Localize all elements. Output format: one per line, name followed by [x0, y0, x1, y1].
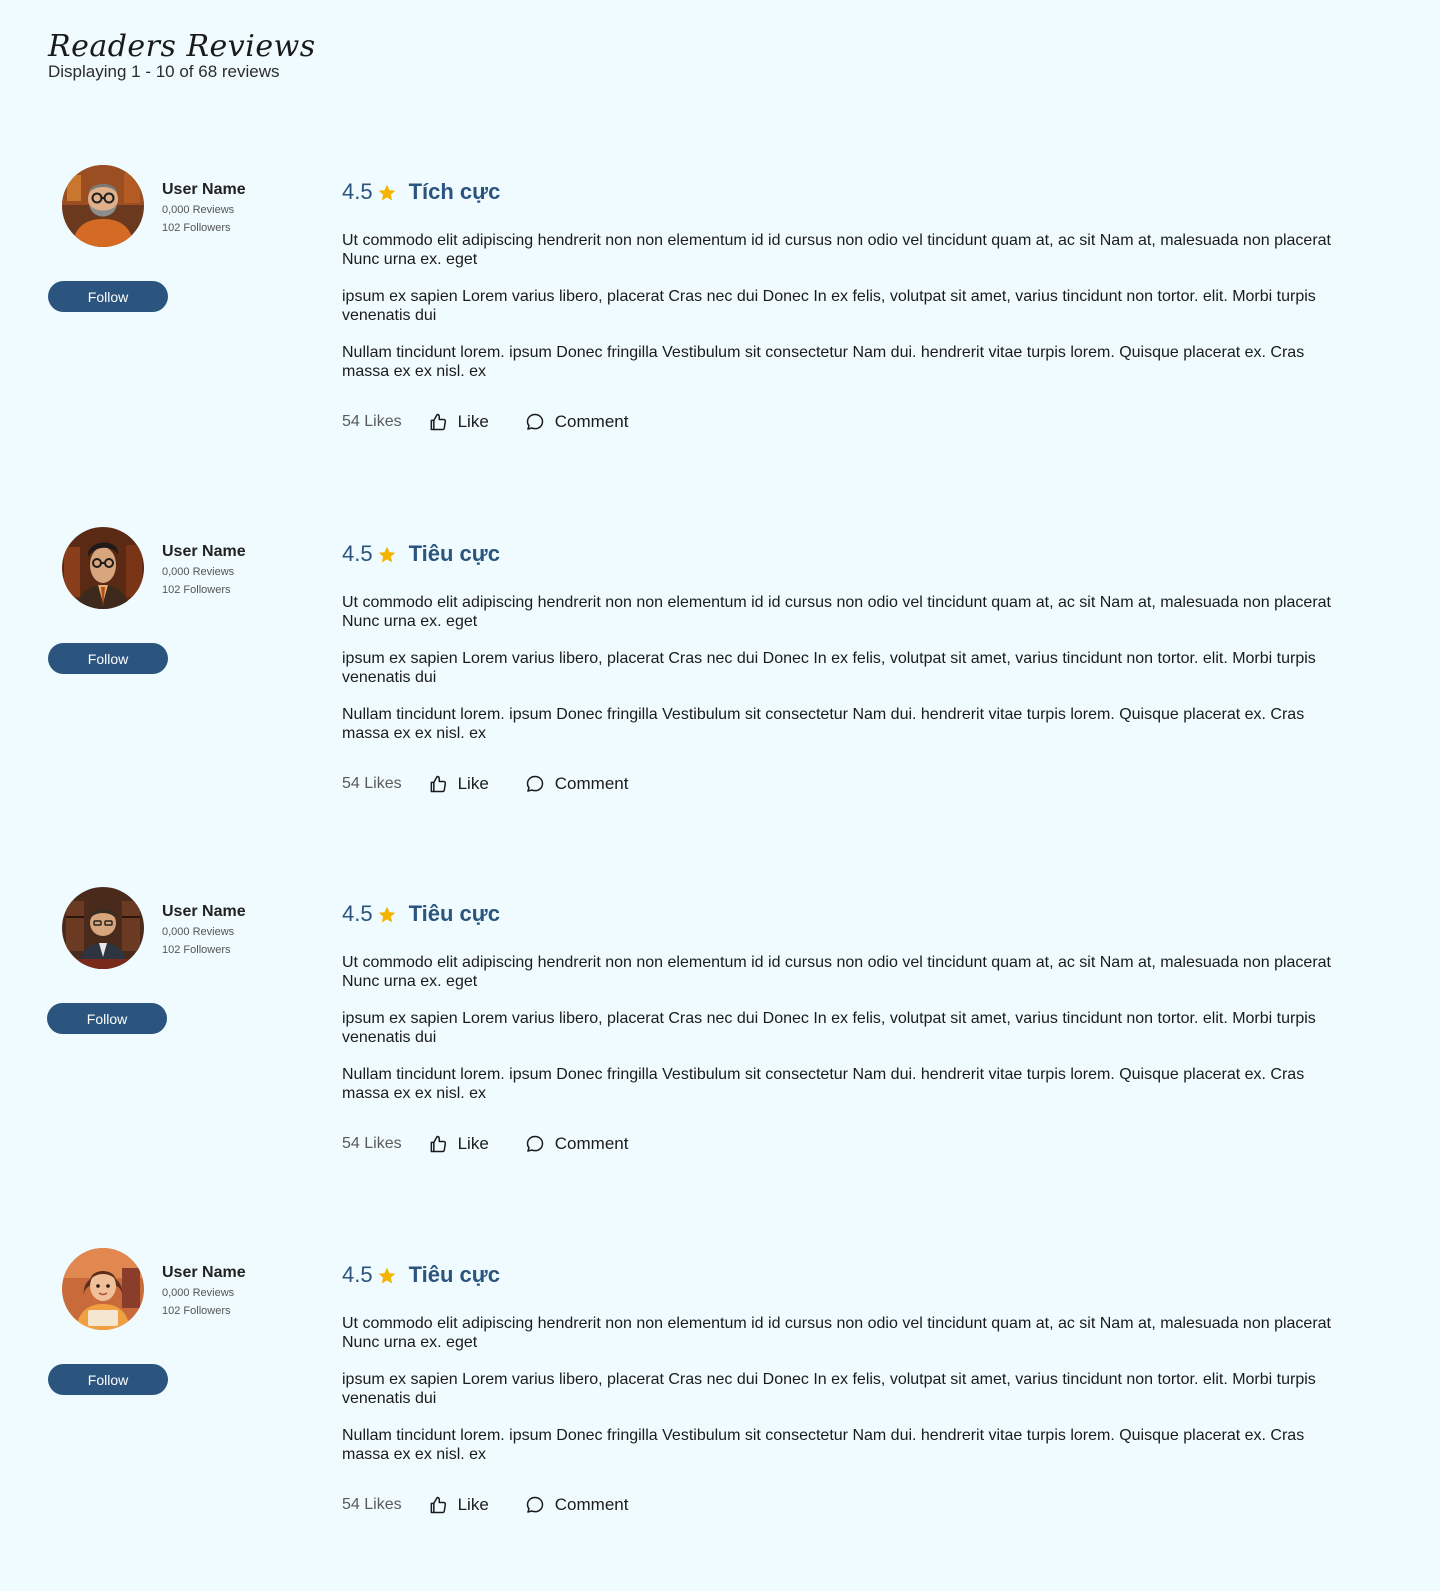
comment-label: Comment	[554, 774, 629, 793]
rating-row: 4.5 Tiêu cực	[342, 901, 500, 927]
like-label: Like	[457, 1495, 489, 1514]
rating-row: 4.5 Tiêu cực	[342, 1262, 500, 1288]
sentiment-label: Tích cực	[408, 179, 501, 204]
review-paragraph: Ut commodo elit adipiscing hendrerit non…	[342, 232, 1331, 268]
review-paragraph: Nullam tincidunt lorem. ipsum Donec frin…	[342, 1066, 1305, 1102]
like-button[interactable]: Like	[428, 1495, 489, 1515]
thumbs-up-icon	[430, 1135, 446, 1153]
review-actions: 54 Likes Like Comment	[342, 1495, 628, 1515]
comment-label: Comment	[554, 412, 629, 431]
rating-value: 4.5	[342, 1262, 373, 1287]
thumbs-up-icon	[430, 413, 446, 431]
sentiment-label: Tiêu cực	[408, 1262, 500, 1287]
likes-count: 54 Likes	[342, 775, 402, 792]
like-button[interactable]: Like	[428, 412, 489, 432]
user-avatar[interactable]	[62, 1248, 144, 1330]
review-paragraph: Nullam tincidunt lorem. ipsum Donec frin…	[342, 1427, 1305, 1463]
rating-row: 4.5 Tiêu cực	[342, 541, 500, 567]
thumbs-up-icon	[430, 1496, 446, 1514]
review-card: User Name 0,000 Reviews 102 Followers Fo…	[0, 887, 1440, 1227]
speech-bubble-icon	[526, 1496, 544, 1513]
follow-button[interactable]: Follow	[48, 1364, 168, 1395]
user-avatar[interactable]	[62, 527, 144, 609]
user-review-count: 0,000 Reviews	[162, 566, 235, 578]
user-review-count: 0,000 Reviews	[162, 926, 235, 938]
user-avatar[interactable]	[62, 887, 144, 969]
user-follower-count: 102 Followers	[162, 1305, 231, 1317]
star-icon	[378, 184, 395, 201]
like-button[interactable]: Like	[428, 774, 489, 794]
comment-label: Comment	[554, 1134, 629, 1153]
user-name[interactable]: User Name	[162, 903, 246, 921]
comment-button[interactable]: Comment	[525, 412, 629, 432]
review-paragraph: ipsum ex sapien Lorem varius libero, pla…	[342, 288, 1316, 324]
review-actions: 54 Likes Like Comment	[342, 412, 628, 432]
comment-button[interactable]: Comment	[525, 774, 629, 794]
follow-button[interactable]: Follow	[47, 1003, 167, 1034]
follow-button[interactable]: Follow	[48, 281, 168, 312]
user-follower-count: 102 Followers	[162, 584, 231, 596]
like-label: Like	[457, 774, 489, 793]
review-paragraph: Ut commodo elit adipiscing hendrerit non…	[342, 954, 1331, 990]
star-icon	[378, 906, 395, 923]
user-review-count: 0,000 Reviews	[162, 204, 235, 216]
comment-button[interactable]: Comment	[525, 1134, 629, 1154]
comment-button[interactable]: Comment	[525, 1495, 629, 1515]
rating-value: 4.5	[342, 901, 373, 926]
review-paragraph: ipsum ex sapien Lorem varius libero, pla…	[342, 1371, 1316, 1407]
likes-count: 54 Likes	[342, 413, 402, 430]
user-follower-count: 102 Followers	[162, 222, 231, 234]
likes-count: 54 Likes	[342, 1135, 402, 1152]
rating-value: 4.5	[342, 179, 373, 204]
page-header: Readers Reviews Displaying 1 - 10 of 68 …	[48, 26, 316, 82]
like-label: Like	[457, 1134, 489, 1153]
user-follower-count: 102 Followers	[162, 944, 231, 956]
review-paragraph: Ut commodo elit adipiscing hendrerit non…	[342, 594, 1331, 630]
likes-count: 54 Likes	[342, 1496, 402, 1513]
user-name[interactable]: User Name	[162, 1264, 246, 1282]
review-count-summary: Displaying 1 - 10 of 68 reviews	[48, 62, 280, 81]
user-review-count: 0,000 Reviews	[162, 1287, 235, 1299]
review-paragraph: Nullam tincidunt lorem. ipsum Donec frin…	[342, 706, 1305, 742]
star-icon	[378, 546, 395, 563]
review-card: User Name 0,000 Reviews 102 Followers Fo…	[0, 1248, 1440, 1588]
user-avatar[interactable]	[62, 165, 144, 247]
speech-bubble-icon	[526, 1135, 544, 1152]
speech-bubble-icon	[526, 413, 544, 430]
review-card: User Name 0,000 Reviews 102 Followers Fo…	[0, 527, 1440, 867]
sentiment-label: Tiêu cực	[408, 541, 500, 566]
review-paragraph: ipsum ex sapien Lorem varius libero, pla…	[342, 1010, 1316, 1046]
review-paragraph: Nullam tincidunt lorem. ipsum Donec frin…	[342, 344, 1305, 380]
follow-button[interactable]: Follow	[48, 643, 168, 674]
review-paragraph: Ut commodo elit adipiscing hendrerit non…	[342, 1315, 1331, 1351]
review-card: User Name 0,000 Reviews 102 Followers Fo…	[0, 165, 1440, 505]
like-button[interactable]: Like	[428, 1134, 489, 1154]
review-actions: 54 Likes Like Comment	[342, 774, 628, 794]
rating-row: 4.5 Tích cực	[342, 179, 500, 205]
thumbs-up-icon	[430, 775, 446, 793]
comment-label: Comment	[554, 1495, 629, 1514]
star-icon	[378, 1267, 395, 1284]
review-paragraph: ipsum ex sapien Lorem varius libero, pla…	[342, 650, 1316, 686]
review-actions: 54 Likes Like Comment	[342, 1134, 628, 1154]
sentiment-label: Tiêu cực	[408, 901, 500, 926]
user-name[interactable]: User Name	[162, 181, 246, 199]
like-label: Like	[457, 412, 489, 431]
rating-value: 4.5	[342, 541, 373, 566]
user-name[interactable]: User Name	[162, 543, 246, 561]
speech-bubble-icon	[526, 775, 544, 792]
